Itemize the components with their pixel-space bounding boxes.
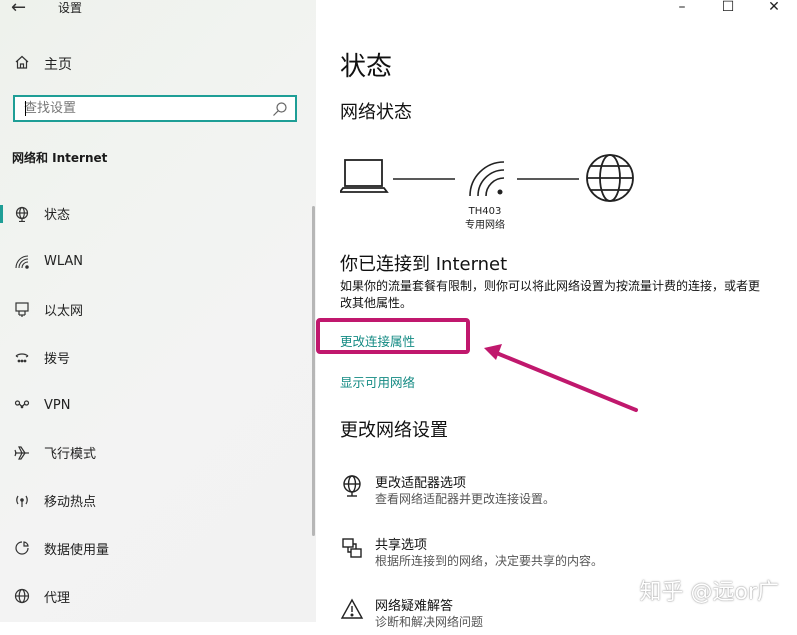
ethernet-icon bbox=[0, 301, 44, 318]
data-usage-icon bbox=[0, 540, 44, 556]
option-sharing[interactable]: 共享选项 根据所连接到的网络，决定要共享的内容。 bbox=[340, 534, 780, 574]
sidebar-item-data-usage[interactable]: 数据使用量 bbox=[0, 525, 316, 573]
sidebar-item-dialup[interactable]: 拨号 bbox=[0, 333, 316, 381]
laptop-icon bbox=[340, 159, 389, 193]
main-content: – ☐ ✕ 状态 网络状态 TH403 专用网络 你已连接到 Internet … bbox=[316, 0, 797, 629]
sidebar-item-hotspot[interactable]: 移动热点 bbox=[0, 477, 316, 525]
sidebar-item-label: VPN bbox=[44, 397, 71, 413]
sidebar-item-vpn[interactable]: VPN bbox=[0, 381, 316, 429]
close-button[interactable]: ✕ bbox=[751, 0, 797, 16]
sidebar-item-status[interactable]: 状态 bbox=[0, 190, 316, 238]
wifi-signal-icon bbox=[469, 161, 505, 197]
window-controls: – ☐ ✕ bbox=[659, 0, 797, 16]
sidebar-item-airplane[interactable]: 飞行模式 bbox=[0, 429, 316, 477]
sidebar-item-label: 飞行模式 bbox=[44, 447, 97, 463]
hotspot-icon bbox=[0, 493, 44, 509]
sidebar-item-home[interactable]: 主页 bbox=[0, 50, 316, 78]
search-icon[interactable] bbox=[272, 101, 288, 117]
wifi-icon bbox=[0, 254, 44, 270]
sidebar-item-ethernet[interactable]: 以太网 bbox=[0, 286, 316, 334]
sidebar-item-wlan[interactable]: WLAN bbox=[0, 238, 316, 286]
section-title: 网络和 Internet bbox=[12, 151, 108, 165]
text-cursor bbox=[25, 101, 26, 116]
connection-status-title: 你已连接到 Internet bbox=[340, 254, 508, 275]
sidebar: ← 设置 主页 网络和 Internet 状态 WLAN bbox=[0, 0, 316, 622]
app-title: 设置 bbox=[58, 1, 83, 15]
adapter-globe-icon bbox=[343, 475, 361, 497]
page-title: 状态 bbox=[340, 52, 393, 82]
option-title: 更改适配器选项 bbox=[375, 476, 467, 491]
search-input[interactable] bbox=[15, 97, 264, 120]
sidebar-item-proxy[interactable]: 代理 bbox=[0, 572, 316, 620]
watermark: 知乎 @远or广 bbox=[639, 580, 780, 605]
sidebar-scrollbar[interactable] bbox=[312, 206, 315, 536]
option-title: 网络疑难解答 bbox=[375, 599, 454, 614]
search-box[interactable] bbox=[13, 95, 297, 122]
network-status-title: 网络状态 bbox=[340, 102, 412, 123]
sidebar-item-label: 状态 bbox=[44, 208, 71, 224]
globe-status-icon bbox=[0, 206, 44, 222]
internet-globe-icon bbox=[586, 154, 634, 202]
maximize-button[interactable]: ☐ bbox=[705, 0, 751, 16]
airplane-icon bbox=[0, 445, 44, 461]
dialup-icon bbox=[0, 349, 44, 365]
show-available-networks-link[interactable]: 显示可用网络 bbox=[340, 372, 415, 391]
warning-icon bbox=[340, 598, 364, 619]
sidebar-item-label: 数据使用量 bbox=[44, 542, 110, 558]
network-type: 专用网络 bbox=[465, 220, 505, 231]
sidebar-nav: 状态 WLAN 以太网 拨号 VPN 飞行模式 移动热点 数据使用量 代理 bbox=[0, 190, 316, 620]
sidebar-item-label: 以太网 bbox=[44, 303, 84, 319]
proxy-globe-icon bbox=[0, 588, 44, 604]
option-title: 共享选项 bbox=[375, 538, 428, 553]
annotation-arrow-icon bbox=[484, 344, 638, 412]
sidebar-item-label: 移动热点 bbox=[44, 495, 97, 511]
sidebar-item-label: 主页 bbox=[44, 57, 72, 73]
option-desc: 查看网络适配器并更改连接设置。 bbox=[375, 492, 556, 506]
connection-status-desc: 如果你的流量套餐有限制，则你可以将此网络设置为按流量计费的连接，或者更改其他属性… bbox=[340, 279, 761, 310]
sharing-icon bbox=[342, 538, 362, 558]
network-name: TH403 bbox=[468, 206, 502, 217]
change-connection-properties-link[interactable]: 更改连接属性 bbox=[340, 331, 415, 350]
option-desc: 根据所连接到的网络，决定要共享的内容。 bbox=[375, 554, 604, 568]
sidebar-item-label: 拨号 bbox=[44, 351, 71, 367]
home-icon bbox=[0, 54, 44, 74]
vpn-icon bbox=[0, 397, 44, 413]
sidebar-item-label: WLAN bbox=[44, 254, 84, 270]
option-adapter[interactable]: 更改适配器选项 查看网络适配器并更改连接设置。 bbox=[340, 472, 780, 512]
sidebar-item-label: 代理 bbox=[44, 590, 71, 606]
network-label: TH403 专用网络 bbox=[453, 205, 517, 233]
network-diagram bbox=[340, 154, 634, 202]
back-arrow-icon[interactable]: ← bbox=[11, 0, 26, 18]
change-network-settings-title: 更改网络设置 bbox=[340, 420, 448, 441]
minimize-button[interactable]: – bbox=[659, 0, 705, 16]
